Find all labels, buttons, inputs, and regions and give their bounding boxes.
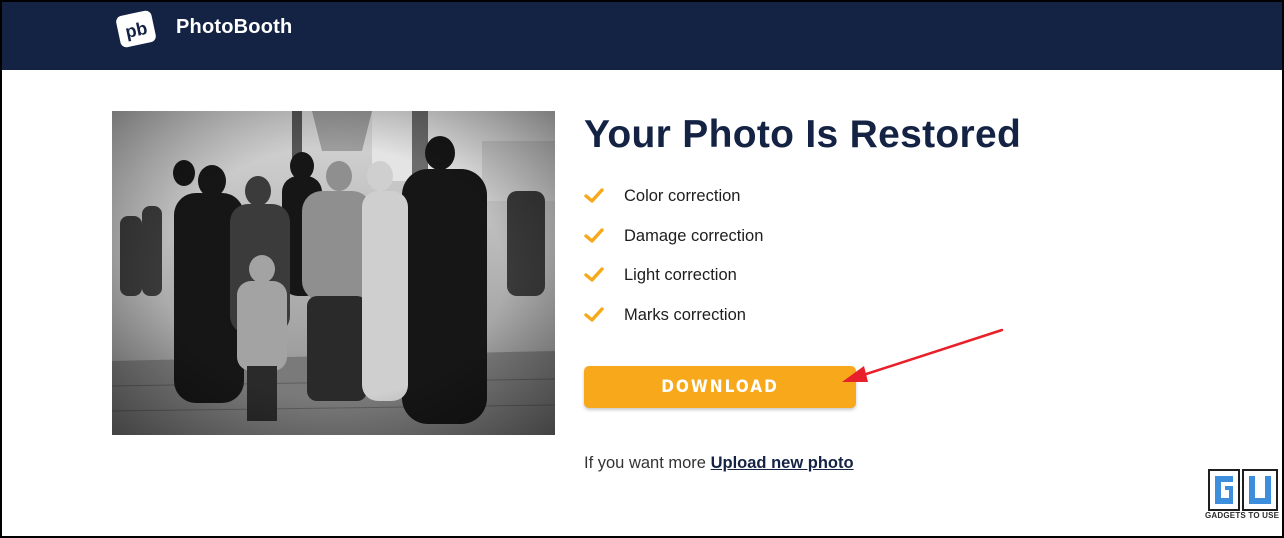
upload-new-photo-link[interactable]: Upload new photo [711,454,854,472]
feature-label: Color correction [624,187,741,205]
top-nav-bar: pb PhotoBooth [0,0,1284,70]
feature-list: Color correction Damage correction Light… [584,186,763,344]
feature-label: Light correction [624,266,737,284]
check-icon [584,227,604,243]
list-item: Color correction [584,186,763,226]
photobooth-logo-icon[interactable]: pb [112,7,160,51]
check-icon [584,188,604,203]
list-item: Light correction [584,265,763,305]
feature-label: Damage correction [624,226,764,245]
watermark-text: GADGETS TO USE [1205,511,1280,520]
upload-prompt: If you want more Upload new photo [584,454,854,473]
upload-prompt-text: If you want more [584,454,706,472]
download-button[interactable]: DOWNLOAD [584,366,856,408]
feature-label: Marks correction [624,305,746,324]
check-icon [584,267,604,282]
restored-photo [112,111,555,435]
check-icon [584,306,604,322]
brand-name[interactable]: PhotoBooth [176,16,292,39]
list-item: Damage correction [584,226,763,266]
red-arrow-annotation [842,328,1004,382]
list-item: Marks correction [584,305,763,345]
page-title: Your Photo Is Restored [584,113,1022,156]
